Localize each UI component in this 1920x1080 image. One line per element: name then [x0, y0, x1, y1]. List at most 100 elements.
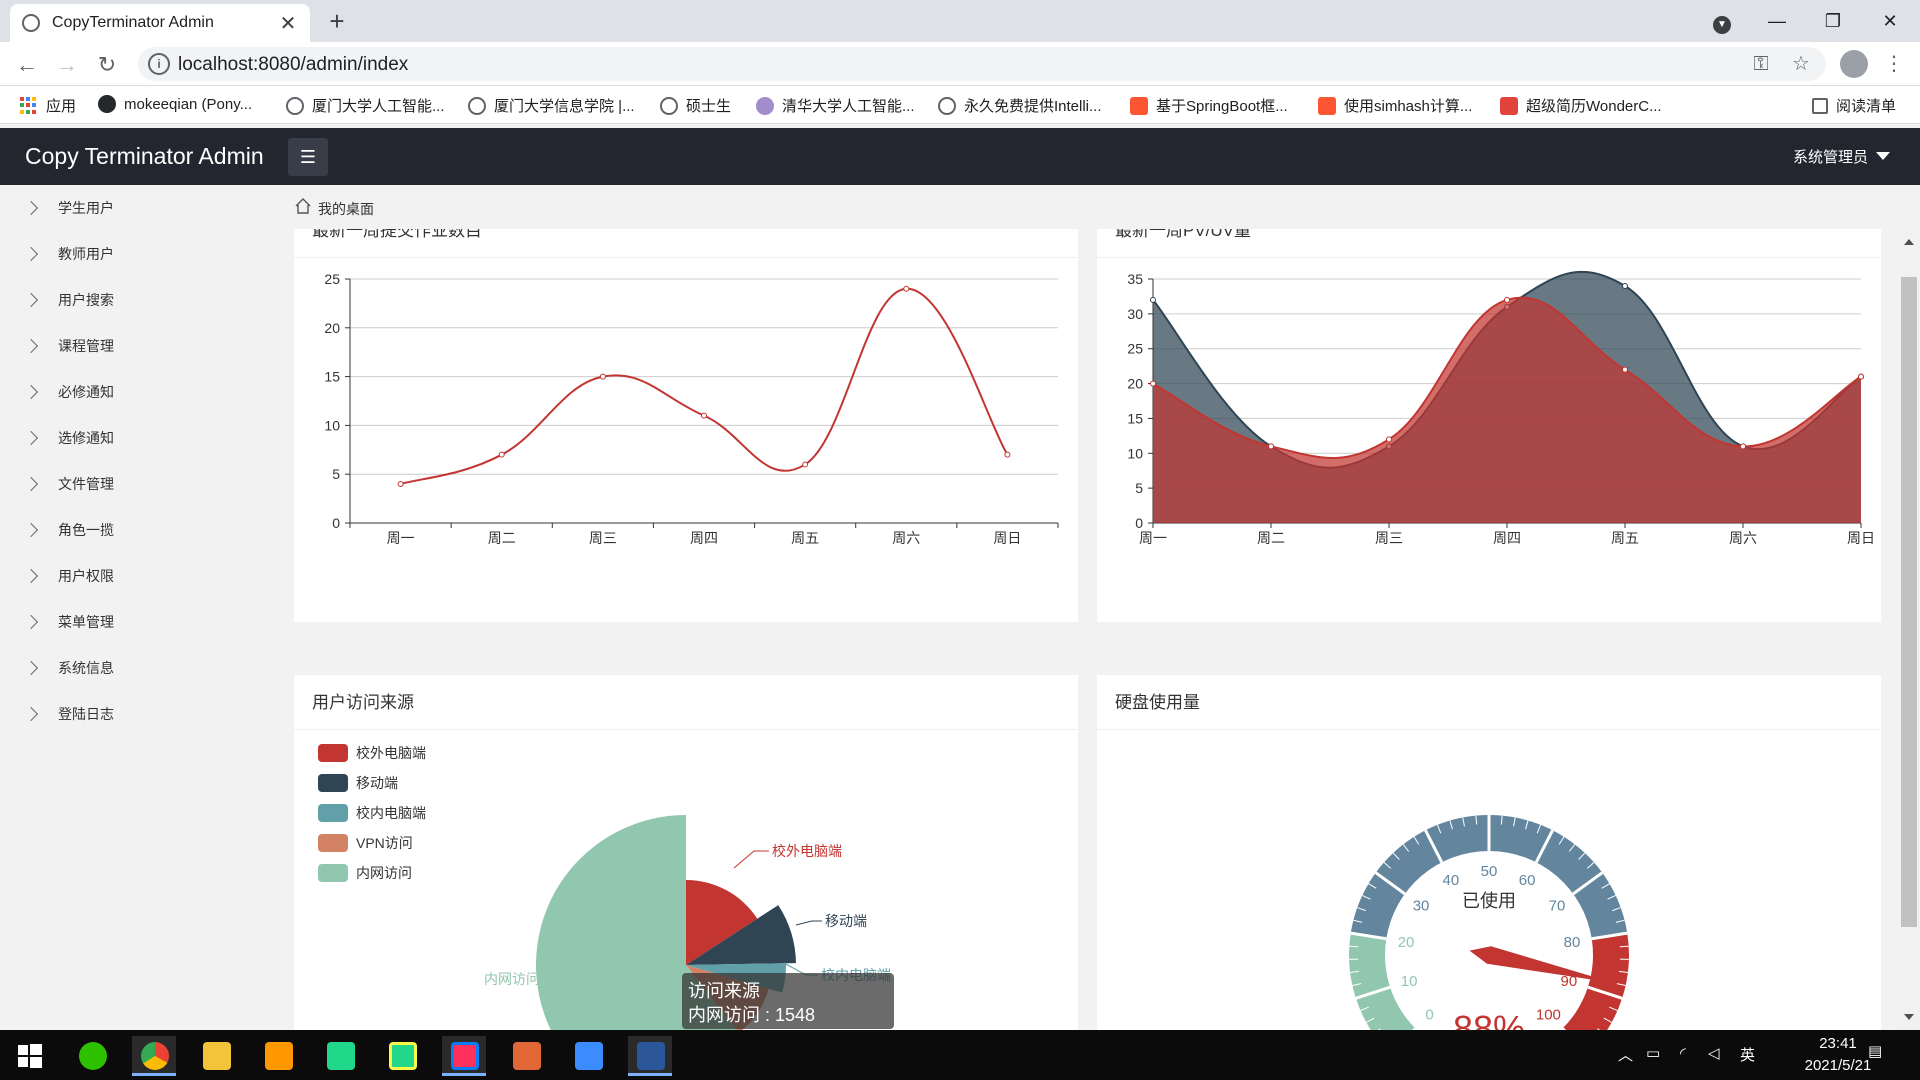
reload-icon[interactable]: ↻ [92, 50, 122, 80]
x-tick-label: 周三 [1375, 530, 1403, 546]
y-tick-label: 20 [324, 320, 340, 336]
page-scrollbar[interactable] [1898, 229, 1920, 1030]
sidebar-item-files[interactable]: 文件管理 [0, 461, 280, 507]
sidebar-item-label: 课程管理 [58, 338, 114, 354]
bookmark-wondercv[interactable]: 超级简历WonderC... [1500, 95, 1662, 116]
back-icon[interactable]: ← [12, 50, 42, 80]
key-icon[interactable]: ⚿ [1748, 52, 1774, 76]
intellij-icon [451, 1042, 479, 1070]
browser-tab[interactable]: CopyTerminator Admin ✕ [10, 4, 310, 42]
scroll-down-icon[interactable] [1904, 1014, 1914, 1020]
home-icon [295, 198, 311, 214]
sidebar-item-login-logs[interactable]: 登陆日志 [0, 691, 280, 737]
new-tab-button[interactable]: + [322, 6, 352, 36]
dashboard-content: 最新一周提交作业数目 0 5 10 15 20 25 周一 周二 周三 周四 周五 周六 周日 最新一周… [280, 229, 1898, 1030]
sidebar-item-students[interactable]: 学生用户 [0, 185, 280, 231]
taskbar-sublime[interactable] [256, 1036, 300, 1076]
chevron-right-icon [23, 384, 39, 400]
data-point [1504, 296, 1510, 303]
sidebar-item-roles[interactable]: 角色一揽 [0, 507, 280, 553]
ime-indicator[interactable]: 英 [1740, 1044, 1755, 1065]
x-tick-label: 周三 [589, 530, 617, 546]
disk-usage-gauge[interactable]: 0102030405060708090100已使用88% [1097, 735, 1881, 1030]
tab-search-icon[interactable]: ▼ [1702, 6, 1742, 36]
sublime-icon [265, 1042, 293, 1070]
x-tick-label: 周六 [1729, 530, 1757, 546]
start-button[interactable] [8, 1036, 52, 1076]
sidebar-item-elective-notices[interactable]: 选修通知 [0, 415, 280, 461]
wondercv-icon [1500, 96, 1518, 115]
reading-list-icon [1812, 97, 1828, 114]
sidebar-item-label: 用户搜索 [58, 292, 114, 308]
card-divider [1097, 257, 1881, 258]
browser-toolbar: ← → ↻ i localhost:8080/admin/index ⚿ ☆ ⋮ [0, 42, 1920, 86]
pie-slice-label: 移动端 [825, 913, 867, 929]
sidebar-item-teachers[interactable]: 教师用户 [0, 231, 280, 277]
taskbar-pycharm[interactable] [380, 1036, 424, 1076]
site-info-icon[interactable]: i [148, 53, 170, 75]
minimize-icon[interactable]: — [1757, 6, 1797, 36]
sidebar-item-required-notices[interactable]: 必修通知 [0, 369, 280, 415]
forward-icon[interactable]: → [52, 50, 82, 80]
sidebar-item-user-search[interactable]: 用户搜索 [0, 277, 280, 323]
sidebar-item-label: 教师用户 [58, 246, 114, 262]
bookmark-xmu-ai[interactable]: 厦门大学人工智能... [286, 95, 445, 116]
y-tick-label: 5 [332, 466, 340, 482]
wifi-icon[interactable]: ◜ [1680, 1044, 1686, 1062]
bookmark-github[interactable]: mokeeqian (Pony... [98, 95, 252, 113]
scrollbar-thumb[interactable] [1901, 277, 1917, 927]
reading-list[interactable]: 阅读清单 [1812, 95, 1896, 116]
taskbar-clion[interactable] [318, 1036, 362, 1076]
sidebar-item-menus[interactable]: 菜单管理 [0, 599, 280, 645]
gauge-tick-label: 0 [1425, 1006, 1433, 1023]
scroll-up-icon[interactable] [1904, 239, 1914, 245]
address-bar[interactable]: i localhost:8080/admin/index ⚿ ☆ [138, 47, 1826, 81]
chevron-right-icon [23, 246, 39, 262]
close-tab-icon[interactable]: ✕ [278, 11, 298, 36]
sidebar-item-courses[interactable]: 课程管理 [0, 323, 280, 369]
menu-kebab-icon[interactable]: ⋮ [1884, 50, 1904, 78]
tray-expand-icon[interactable]: ︿ [1618, 1044, 1633, 1065]
bookmark-apps[interactable]: 应用 [20, 95, 76, 116]
y-tick-label: 10 [324, 417, 340, 433]
taskbar-chrome[interactable] [132, 1036, 176, 1076]
taskbar-word[interactable] [628, 1036, 672, 1076]
profile-avatar-icon[interactable] [1840, 50, 1868, 78]
battery-icon[interactable]: ▭ [1646, 1044, 1660, 1062]
sidebar-item-system-info[interactable]: 系统信息 [0, 645, 280, 691]
globe-icon [22, 14, 40, 32]
bookmark-master[interactable]: 硕士生 [660, 95, 731, 116]
bookmark-star-icon[interactable]: ☆ [1788, 52, 1814, 76]
volume-icon[interactable]: ◁ [1708, 1044, 1720, 1062]
close-window-icon[interactable]: ✕ [1870, 6, 1910, 36]
data-point [397, 480, 404, 487]
breadcrumb-desktop[interactable]: 我的桌面 [318, 199, 374, 219]
bookmark-xmu-info[interactable]: 厦门大学信息学院 |... [468, 95, 635, 116]
sidebar-item-label: 选修通知 [58, 430, 114, 446]
data-point [1268, 443, 1274, 450]
homework-line-chart[interactable]: 0 5 10 15 20 25 周一 周二 周三 周四 周五 周六 周日 [294, 259, 1078, 619]
data-point [1004, 451, 1011, 458]
taskbar-wechat[interactable] [70, 1036, 114, 1076]
bookmark-simhash[interactable]: 使用simhash计算... [1318, 95, 1472, 116]
notification-icon[interactable]: ▤ [1868, 1042, 1882, 1060]
taskbar-matlab[interactable] [504, 1036, 548, 1076]
x-tick-label: 周四 [690, 530, 718, 546]
user-menu[interactable]: 系统管理员 [1793, 146, 1890, 167]
homework-chart-card: 最新一周提交作业数目 0 5 10 15 20 25 周一 周二 周三 周四 周五 周六 周日 [294, 229, 1078, 622]
gauge-tick-label: 30 [1413, 898, 1430, 915]
restore-icon[interactable]: ❐ [1813, 6, 1853, 36]
pvuv-area-chart[interactable]: 0 5 10 15 20 25 30 35 周一 周二 周三 周四 周五 周六 周日 [1097, 259, 1881, 619]
taskbar-intellij[interactable] [442, 1036, 486, 1076]
sidebar-toggle-button[interactable]: ☰ [288, 138, 328, 176]
bookmark-tsinghua-ai[interactable]: 清华大学人工智能... [756, 95, 915, 116]
gauge-value: 88% [1453, 1008, 1525, 1030]
taskbar-feishu[interactable] [566, 1036, 610, 1076]
sidebar-item-permissions[interactable]: 用户权限 [0, 553, 280, 599]
x-tick-label: 周一 [1139, 530, 1167, 546]
gauge-tick-label: 20 [1398, 934, 1415, 951]
taskbar-explorer[interactable] [194, 1036, 238, 1076]
gauge-tick-label: 80 [1564, 934, 1581, 951]
bookmark-springboot[interactable]: 基于SpringBoot框... [1130, 95, 1288, 116]
bookmark-intellij[interactable]: 永久免费提供Intelli... [938, 95, 1102, 116]
